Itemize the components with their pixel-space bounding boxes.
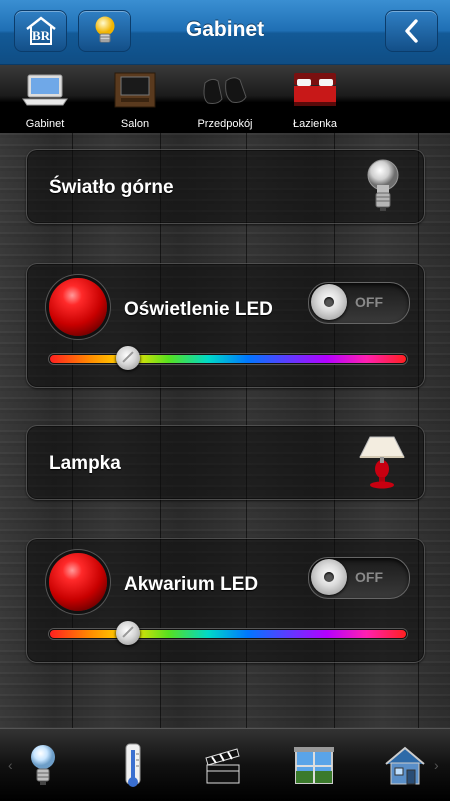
toggle-knob	[311, 284, 347, 320]
led-color-slider[interactable]	[49, 621, 407, 645]
table-lamp-icon[interactable]	[357, 433, 407, 491]
scroll-left-arrow[interactable]: ‹	[8, 757, 13, 773]
control-lampka[interactable]: Lampka	[26, 425, 425, 500]
room-tab-gabinet[interactable]: Gabinet	[0, 65, 90, 133]
room-tab-przedpokoj[interactable]: Przedpokój	[180, 65, 270, 133]
room-tab-label: Gabinet	[25, 118, 65, 130]
top-bar: BR Gabinet	[0, 0, 450, 65]
led-toggle-switch[interactable]: OFF	[308, 557, 410, 599]
led-power-button[interactable]	[49, 553, 107, 611]
lighting-button[interactable]	[16, 739, 70, 793]
room-tab-label: Salon	[120, 118, 150, 130]
thermometer-icon	[125, 743, 141, 787]
bottom-toolbar: ‹ ›	[0, 728, 450, 801]
media-button[interactable]	[196, 739, 250, 793]
led-power-button[interactable]	[49, 278, 107, 336]
control-label: Lampka	[49, 453, 121, 474]
control-label: Akwarium LED	[124, 574, 259, 595]
lightbulb-icon[interactable]	[363, 157, 403, 215]
control-akwarium-led: Akwarium LED OFF	[26, 538, 425, 663]
clapperboard-icon	[205, 748, 240, 784]
led-toggle-switch[interactable]: OFF	[308, 282, 410, 324]
slider-thumb[interactable]	[116, 621, 141, 645]
tv-icon	[114, 72, 156, 108]
control-swiatlo-gorne[interactable]: Światło górne	[26, 149, 425, 224]
control-label: Oświetlenie LED	[124, 299, 273, 320]
room-tab-salon[interactable]: Salon	[90, 65, 180, 133]
room-tab-label: Przedpokój	[197, 118, 253, 130]
house-icon	[385, 746, 425, 785]
led-color-slider[interactable]	[49, 346, 407, 370]
toggle-state-label: OFF	[355, 294, 383, 310]
chevron-left-icon	[404, 19, 418, 43]
laptop-icon	[22, 74, 68, 106]
control-area: Światło górne Oświetlenie LED OFF Lampka	[0, 133, 450, 728]
page-title: Gabinet	[185, 18, 265, 41]
toggle-state-label: OFF	[355, 569, 383, 585]
heating-button[interactable]	[106, 739, 160, 793]
control-label: Światło górne	[49, 177, 174, 198]
room-tab-lazienka[interactable]: Łazienka	[270, 65, 360, 133]
bed-icon	[294, 73, 336, 106]
window-blinds-icon	[294, 747, 334, 784]
lightbulb-icon	[31, 745, 55, 785]
back-button[interactable]	[385, 10, 438, 52]
slider-thumb[interactable]	[116, 346, 141, 370]
scroll-right-arrow[interactable]: ›	[434, 757, 439, 773]
toggle-knob	[311, 559, 347, 595]
house-overview-button[interactable]	[378, 739, 432, 793]
blinds-button[interactable]	[287, 739, 341, 793]
shoes-icon	[203, 77, 247, 104]
control-oswietlenie-led: Oświetlenie LED OFF	[26, 263, 425, 388]
room-tab-label: Łazienka	[292, 118, 338, 130]
room-tabs: Gabinet Salon Przedpokój Łazienka	[0, 65, 450, 133]
